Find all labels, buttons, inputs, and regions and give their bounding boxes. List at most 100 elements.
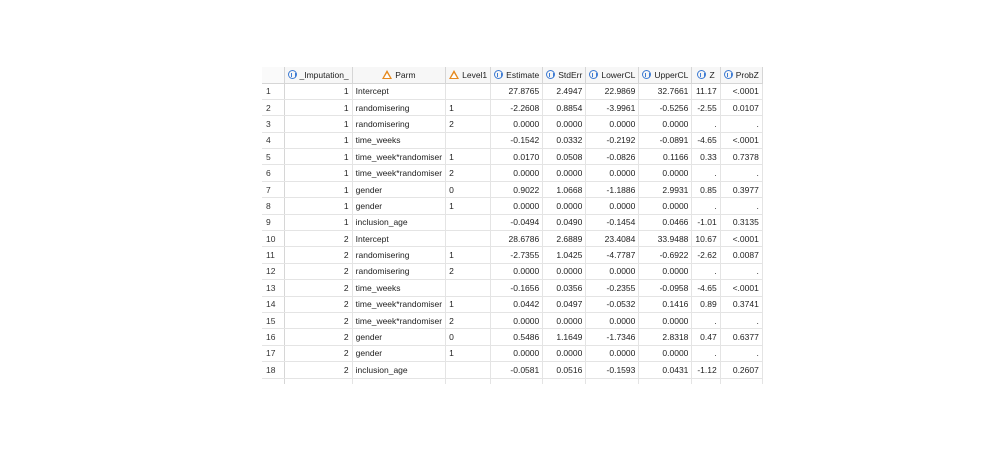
cell-imputation[interactable]: 2 xyxy=(284,296,353,313)
cell-estimate[interactable]: 0.0000 xyxy=(490,197,544,215)
cell-z[interactable]: . xyxy=(691,345,721,363)
cell-parm[interactable]: time_weeks xyxy=(352,132,447,150)
cell-probz[interactable]: . xyxy=(720,164,763,182)
cell-probz[interactable]: . xyxy=(720,197,763,215)
column-header-estimate[interactable]: Estimate xyxy=(490,67,544,84)
cell-estimate[interactable]: 0.0170 xyxy=(490,148,544,166)
cell-probz[interactable]: 0.3135 xyxy=(720,214,763,232)
cell-level1[interactable]: 1 xyxy=(445,296,492,313)
cell-lowercl[interactable]: 0.0000 xyxy=(585,263,640,281)
cell-probz[interactable]: 0.3741 xyxy=(720,296,763,313)
cell-z[interactable]: -4.65 xyxy=(691,279,721,297)
cell-estimate[interactable]: 0.9022 xyxy=(490,181,544,199)
cell-z[interactable]: . xyxy=(691,312,721,330)
cell-level1[interactable] xyxy=(445,230,492,248)
cell-stderr[interactable]: 2.4947 xyxy=(542,83,587,100)
cell-probz[interactable]: 0.0107 xyxy=(720,99,763,117)
cell-imputation[interactable]: 1 xyxy=(284,83,353,100)
cell-imputation[interactable]: 2 xyxy=(284,361,353,379)
cell-uppercl[interactable]: -0.0958 xyxy=(638,279,693,297)
cell-stderr[interactable]: 0.0356 xyxy=(542,279,587,297)
cell-level1[interactable] xyxy=(445,132,492,150)
cell-stderr[interactable]: 0.0000 xyxy=(542,345,587,363)
table-row[interactable]: 9 1 inclusion_age -0.0494 0.0490 -0.1454 0.046… xyxy=(262,214,763,232)
cell-parm[interactable]: gender xyxy=(352,197,447,215)
cell-parm[interactable]: randomisering xyxy=(352,115,447,133)
cell-lowercl[interactable]: -0.2192 xyxy=(585,132,640,150)
cell-z[interactable]: . xyxy=(691,164,721,182)
cell-lowercl[interactable]: 0.0000 xyxy=(585,164,640,182)
cell-uppercl[interactable]: 0.0431 xyxy=(638,361,693,379)
cell-level1[interactable] xyxy=(445,83,492,100)
cell-lowercl[interactable]: -0.2355 xyxy=(585,279,640,297)
cell-z[interactable]: 0.85 xyxy=(691,181,721,199)
cell-lowercl[interactable]: -1.7346 xyxy=(585,328,640,346)
cell-imputation[interactable]: 2 xyxy=(284,312,353,330)
table-row[interactable]: 12 2 randomisering 2 0.0000 0.0000 0.0000 0.000… xyxy=(262,263,763,281)
cell-level1[interactable]: 0 xyxy=(445,181,492,199)
cell-imputation[interactable]: 1 xyxy=(284,132,353,150)
cell-level1[interactable] xyxy=(445,361,492,379)
cell-imputation[interactable]: 1 xyxy=(284,214,353,232)
cell-uppercl[interactable]: 0.0000 xyxy=(638,263,693,281)
cell-uppercl[interactable]: -0.0891 xyxy=(638,132,693,150)
cell-parm[interactable]: Intercept xyxy=(352,230,447,248)
cell-z[interactable]: -4.65 xyxy=(691,132,721,150)
cell-estimate[interactable]: -2.2608 xyxy=(490,99,544,117)
cell-uppercl[interactable]: 0.1166 xyxy=(638,148,693,166)
cell-z[interactable]: 10.67 xyxy=(691,230,721,248)
cell-z[interactable]: 0.89 xyxy=(691,296,721,313)
cell-level1[interactable]: 2 xyxy=(445,263,492,281)
cell-parm[interactable]: randomisering xyxy=(352,246,447,264)
cell-level1[interactable]: 1 xyxy=(445,246,492,264)
cell-parm[interactable]: time_week*randomiser xyxy=(352,296,447,313)
cell-lowercl[interactable]: 0.0000 xyxy=(585,312,640,330)
cell-stderr[interactable]: 2.6889 xyxy=(542,230,587,248)
cell-probz[interactable]: 0.7378 xyxy=(720,148,763,166)
cell-estimate[interactable]: 27.8765 xyxy=(490,83,544,100)
cell-z[interactable]: . xyxy=(691,197,721,215)
cell-uppercl[interactable]: 2.9931 xyxy=(638,181,693,199)
cell-estimate[interactable]: 0.0000 xyxy=(490,312,544,330)
cell-uppercl[interactable]: 32.7661 xyxy=(638,83,693,100)
cell-estimate[interactable]: 0.0442 xyxy=(490,296,544,313)
cell-lowercl[interactable]: -0.0532 xyxy=(585,296,640,313)
cell-probz[interactable]: . xyxy=(720,345,763,363)
cell-parm[interactable]: inclusion_age xyxy=(352,361,447,379)
column-header-stderr[interactable]: StdErr xyxy=(542,67,587,84)
cell-level1[interactable]: 1 xyxy=(445,148,492,166)
cell-imputation[interactable]: 2 xyxy=(284,328,353,346)
cell-parm[interactable]: gender xyxy=(352,181,447,199)
cell-lowercl[interactable]: -0.0826 xyxy=(585,148,640,166)
column-header-parm[interactable]: Parm xyxy=(352,67,447,84)
cell-uppercl[interactable]: 0.0000 xyxy=(638,312,693,330)
cell-z[interactable]: -1.01 xyxy=(691,214,721,232)
cell-uppercl[interactable]: 0.0000 xyxy=(638,115,693,133)
cell-estimate[interactable]: 0.5486 xyxy=(490,328,544,346)
cell-stderr[interactable]: 0.0508 xyxy=(542,148,587,166)
cell-imputation[interactable]: 1 xyxy=(284,197,353,215)
cell-imputation[interactable]: 1 xyxy=(284,181,353,199)
cell-imputation[interactable]: 1 xyxy=(284,148,353,166)
cell-stderr[interactable]: 0.0000 xyxy=(542,197,587,215)
cell-parm[interactable]: randomisering xyxy=(352,263,447,281)
cell-stderr[interactable]: 0.8854 xyxy=(542,99,587,117)
cell-stderr[interactable]: 0.0000 xyxy=(542,164,587,182)
cell-estimate[interactable]: 28.6786 xyxy=(490,230,544,248)
cell-probz[interactable]: . xyxy=(720,115,763,133)
cell-parm[interactable]: time_weeks xyxy=(352,279,447,297)
cell-estimate[interactable]: -0.0494 xyxy=(490,214,544,232)
cell-lowercl[interactable]: 0.0000 xyxy=(585,197,640,215)
table-row[interactable]: 3 1 randomisering 2 0.0000 0.0000 0.0000 0.0000… xyxy=(262,115,763,133)
table-row[interactable]: 11 2 randomisering 1 -2.7355 1.0425 -4.7787 -0.… xyxy=(262,246,763,264)
cell-level1[interactable] xyxy=(445,214,492,232)
cell-lowercl[interactable]: 0.0000 xyxy=(585,345,640,363)
cell-parm[interactable]: time_week*randomiser xyxy=(352,312,447,330)
cell-probz[interactable]: <.0001 xyxy=(720,279,763,297)
table-row[interactable]: 15 2 time_week*randomiser 2 0.0000 0.0000 0.00… xyxy=(262,312,763,330)
cell-probz[interactable]: <.0001 xyxy=(720,83,763,100)
table-row[interactable]: 2 1 randomisering 1 -2.2608 0.8854 -3.9961 -0.5… xyxy=(262,99,763,117)
cell-imputation[interactable]: 2 xyxy=(284,230,353,248)
cell-z[interactable]: . xyxy=(691,263,721,281)
cell-parm[interactable]: time_week*randomiser xyxy=(352,164,447,182)
